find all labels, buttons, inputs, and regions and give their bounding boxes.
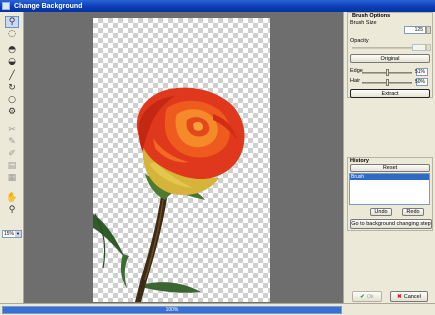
edge-slider-thumb[interactable] <box>386 69 389 76</box>
rose-image <box>93 87 245 302</box>
stamp-tool-icon[interactable]: ▦ <box>5 172 19 184</box>
title-bar: Change Background <box>0 0 435 12</box>
zoom-tool-icon[interactable]: ⚲ <box>5 16 19 28</box>
image-canvas[interactable] <box>93 18 270 302</box>
go-to-background-step-button[interactable]: Go to background changing step <box>350 219 432 229</box>
hair-value-field[interactable]: 50% <box>415 78 428 86</box>
brush-size-label: Brush Size <box>350 20 377 26</box>
hair-label: Hair <box>350 78 361 84</box>
line-tool-icon[interactable]: ╱ <box>5 70 19 82</box>
check-icon: ✔ <box>360 293 365 300</box>
tool-palette: 15% ▼ ⚲ ◌ ◓ ◒ ╱ ↻ ○ ⚙ ✂ ✎ ✐ ▤ ▦ ✋ ⚲ <box>0 12 24 303</box>
opacity-label: Opacity <box>350 38 369 44</box>
settings-tool-icon[interactable]: ⚙ <box>5 106 19 118</box>
zoom-value: 15% <box>4 231 15 237</box>
keep-area-brush-icon[interactable]: ◓ <box>5 44 19 56</box>
extract-button[interactable]: Extract <box>350 89 430 98</box>
undo-button[interactable]: Undo <box>370 208 392 216</box>
brush-size-field[interactable]: 125 <box>404 26 426 34</box>
rotate-tool-icon[interactable]: ↻ <box>5 82 19 94</box>
magnifier-tool-icon[interactable]: ⚲ <box>5 204 19 216</box>
opacity-slider-track[interactable] <box>352 47 412 49</box>
options-panel: Brush Options Brush Size 125 Opacity Ori… <box>343 12 435 303</box>
redo-button[interactable]: Redo <box>402 208 424 216</box>
progress-bar: 100% <box>2 306 342 314</box>
original-button[interactable]: Original <box>350 54 430 63</box>
opacity-spinner[interactable] <box>426 44 431 51</box>
brush-size-spinner[interactable] <box>426 26 431 34</box>
brush-keep-tool-icon[interactable]: ✎ <box>5 136 19 148</box>
hand-tool-icon[interactable]: ✋ <box>5 192 19 204</box>
lasso-tool-icon[interactable]: ◌ <box>5 28 19 40</box>
layer-tool-icon[interactable]: ▤ <box>5 160 19 172</box>
close-icon: ✖ <box>397 293 402 300</box>
history-list[interactable]: Brush <box>349 173 430 205</box>
edge-value-field[interactable]: 51% <box>415 68 428 76</box>
ok-button[interactable]: ✔ Ok <box>352 291 382 302</box>
rose-leaf-right <box>145 282 201 293</box>
window-title: Change Background <box>14 2 83 10</box>
status-bar: 100% <box>0 303 435 315</box>
brush-erase-tool-icon[interactable]: ✐ <box>5 148 19 160</box>
history-item[interactable]: Brush <box>350 174 429 180</box>
opacity-field[interactable] <box>412 44 426 51</box>
scissors-tool-icon[interactable]: ✂ <box>5 124 19 136</box>
app-icon <box>2 2 10 10</box>
hair-slider-thumb[interactable] <box>385 79 389 86</box>
brush-options-title: Brush Options <box>352 13 391 19</box>
progress-text: 100% <box>165 307 179 313</box>
workspace <box>25 12 342 303</box>
cancel-label: Cancel <box>403 293 421 300</box>
reset-button[interactable]: Reset <box>350 164 430 172</box>
zoom-select[interactable]: 15% ▼ <box>2 230 22 238</box>
edge-label: Edge <box>350 68 363 74</box>
cancel-button[interactable]: ✖ Cancel <box>390 291 428 302</box>
chevron-down-icon[interactable]: ▼ <box>15 231 21 237</box>
remove-area-brush-icon[interactable]: ◒ <box>5 56 19 68</box>
circle-tool-icon[interactable]: ○ <box>5 94 19 106</box>
ok-label: Ok <box>366 293 374 300</box>
